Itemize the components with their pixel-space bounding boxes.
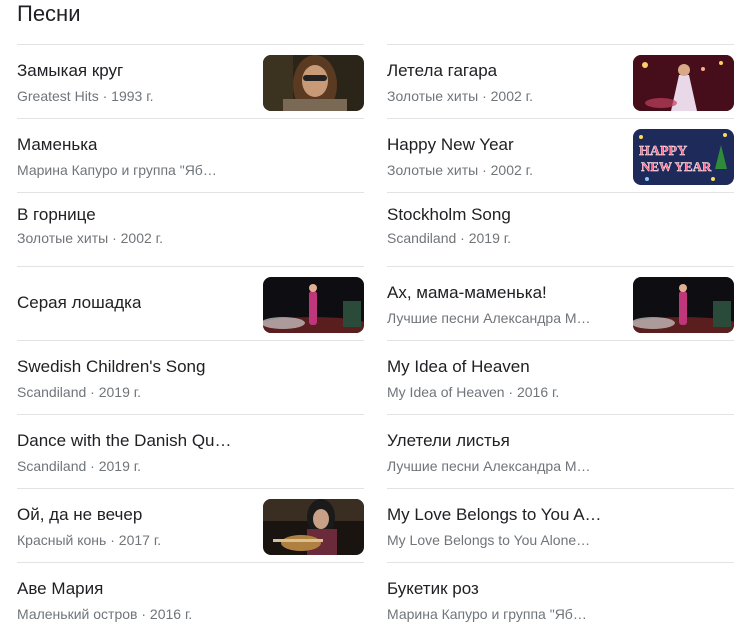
song-meta: Маленький остров · 2016 г. bbox=[17, 606, 192, 622]
meta-separator: · bbox=[504, 384, 517, 400]
songs-column-left: Замыкая круг Greatest Hits · 1993 г. Мам… bbox=[17, 44, 364, 636]
song-title[interactable]: Dance with the Danish Qu… bbox=[17, 431, 232, 451]
song-row[interactable]: Ой, да не вечер Красный конь · 2017 г. bbox=[17, 488, 364, 562]
song-year: 2002 г. bbox=[120, 230, 163, 246]
song-title[interactable]: Улетели листья bbox=[387, 431, 510, 451]
song-row[interactable]: Летела гагара Золотые хиты · 2002 г. bbox=[387, 44, 734, 118]
song-album: Марина Капуро и группа "Яб… bbox=[387, 606, 587, 622]
song-meta: Марина Капуро и группа "Яб… bbox=[387, 606, 587, 622]
song-row[interactable]: My Idea of Heaven My Idea of Heaven · 20… bbox=[387, 340, 734, 414]
song-title[interactable]: Букетик роз bbox=[387, 579, 479, 599]
meta-separator: · bbox=[478, 88, 491, 104]
song-title[interactable]: My Idea of Heaven bbox=[387, 357, 530, 377]
song-album: Марина Капуро и группа "Яб… bbox=[17, 162, 217, 178]
meta-separator: · bbox=[98, 88, 112, 104]
song-year: 2002 г. bbox=[490, 162, 533, 178]
song-album: Greatest Hits bbox=[17, 88, 99, 104]
song-year: 1993 г. bbox=[111, 88, 154, 104]
song-album: Scandiland bbox=[387, 230, 457, 246]
song-meta: Золотые хиты · 2002 г. bbox=[387, 162, 533, 178]
song-title[interactable]: My Love Belongs to You A… bbox=[387, 505, 602, 525]
song-album: Лучшие песни Александра М… bbox=[387, 310, 591, 326]
song-meta: Красный конь · 2017 г. bbox=[17, 532, 161, 548]
song-meta: Scandiland · 2019 г. bbox=[387, 230, 511, 246]
song-meta: Greatest Hits · 1993 г. bbox=[17, 88, 153, 104]
song-row[interactable]: Dance with the Danish Qu… Scandiland · 2… bbox=[17, 414, 364, 488]
section-title: Песни bbox=[17, 1, 81, 26]
song-row[interactable]: Happy New Year Золотые хиты · 2002 г. HA… bbox=[387, 118, 734, 192]
song-year: 2002 г. bbox=[490, 88, 533, 104]
song-title[interactable]: Аве Мария bbox=[17, 579, 103, 599]
meta-separator: · bbox=[86, 458, 99, 474]
song-title[interactable]: Happy New Year bbox=[387, 135, 514, 155]
song-row[interactable]: Серая лошадка bbox=[17, 266, 364, 340]
song-album: Маленький остров bbox=[17, 606, 138, 622]
song-row[interactable]: Stockholm Song Scandiland · 2019 г. bbox=[387, 192, 734, 266]
song-title[interactable]: Летела гагара bbox=[387, 61, 497, 81]
song-meta: Золотые хиты · 2002 г. bbox=[17, 230, 163, 246]
song-row[interactable]: Букетик роз Марина Капуро и группа "Яб… bbox=[387, 562, 734, 636]
song-title[interactable]: Серая лошадка bbox=[17, 293, 141, 313]
song-row[interactable]: Замыкая круг Greatest Hits · 1993 г. bbox=[17, 44, 364, 118]
song-album: Scandiland bbox=[17, 458, 87, 474]
song-title[interactable]: Замыкая круг bbox=[17, 61, 123, 81]
song-title[interactable]: Ах, мама-маменька! bbox=[387, 283, 547, 303]
song-year: 2016 г. bbox=[149, 606, 193, 622]
song-album: Scandiland bbox=[17, 384, 87, 400]
song-row[interactable]: Ах, мама-маменька! Лучшие песни Александ… bbox=[387, 266, 734, 340]
meta-separator: · bbox=[86, 384, 99, 400]
song-title[interactable]: Swedish Children's Song bbox=[17, 357, 205, 377]
video-thumbnail[interactable] bbox=[263, 55, 364, 111]
song-album: My Idea of Heaven bbox=[387, 384, 505, 400]
meta-separator: · bbox=[137, 606, 150, 622]
meta-separator: · bbox=[478, 162, 491, 178]
song-row[interactable]: Маменька Марина Капуро и группа "Яб… bbox=[17, 118, 364, 192]
video-thumbnail[interactable] bbox=[263, 277, 364, 333]
song-row[interactable]: Swedish Children's Song Scandiland · 201… bbox=[17, 340, 364, 414]
song-album: Золотые хиты bbox=[387, 162, 479, 178]
song-meta: Лучшие песни Александра М… bbox=[387, 458, 591, 474]
song-meta: Золотые хиты · 2002 г. bbox=[387, 88, 533, 104]
video-thumbnail[interactable] bbox=[633, 55, 734, 111]
song-row[interactable]: My Love Belongs to You A… My Love Belong… bbox=[387, 488, 734, 562]
song-meta: My Love Belongs to You Alone… bbox=[387, 532, 590, 548]
thumb-caption-line2: NEW YEAR bbox=[641, 159, 712, 174]
song-year: 2019 г. bbox=[98, 458, 142, 474]
song-album: My Love Belongs to You Alone… bbox=[387, 532, 591, 548]
song-year: 2019 г. bbox=[468, 230, 512, 246]
song-album: Лучшие песни Александра М… bbox=[387, 458, 591, 474]
song-meta: My Idea of Heaven · 2016 г. bbox=[387, 384, 559, 400]
song-year: 2019 г. bbox=[98, 384, 142, 400]
song-meta: Scandiland · 2019 г. bbox=[17, 384, 141, 400]
meta-separator: · bbox=[106, 532, 119, 548]
song-row[interactable]: Улетели листья Лучшие песни Александра М… bbox=[387, 414, 734, 488]
song-title[interactable]: Stockholm Song bbox=[387, 205, 511, 225]
song-title[interactable]: В горнице bbox=[17, 205, 96, 225]
video-thumbnail[interactable]: HAPPY NEW YEAR bbox=[633, 129, 734, 185]
song-year: 2016 г. bbox=[516, 384, 560, 400]
song-album: Золотые хиты bbox=[17, 230, 109, 246]
video-thumbnail[interactable] bbox=[633, 277, 734, 333]
song-row[interactable]: Аве Мария Маленький остров · 2016 г. bbox=[17, 562, 364, 636]
thumb-caption-line1: HAPPY bbox=[639, 144, 687, 159]
song-title[interactable]: Маменька bbox=[17, 135, 97, 155]
song-meta: Scandiland · 2019 г. bbox=[17, 458, 141, 474]
video-thumbnail[interactable] bbox=[263, 499, 364, 555]
songs-column-right: Летела гагара Золотые хиты · 2002 г. Hap… bbox=[387, 44, 734, 636]
song-album: Красный конь bbox=[17, 532, 107, 548]
song-year: 2017 г. bbox=[118, 532, 162, 548]
song-row[interactable]: В горнице Золотые хиты · 2002 г. bbox=[17, 192, 364, 266]
song-title[interactable]: Ой, да не вечер bbox=[17, 505, 142, 525]
meta-separator: · bbox=[456, 230, 469, 246]
song-meta: Лучшие песни Александра М… bbox=[387, 310, 591, 326]
meta-separator: · bbox=[108, 230, 121, 246]
song-meta: Марина Капуро и группа "Яб… bbox=[17, 162, 217, 178]
song-album: Золотые хиты bbox=[387, 88, 479, 104]
